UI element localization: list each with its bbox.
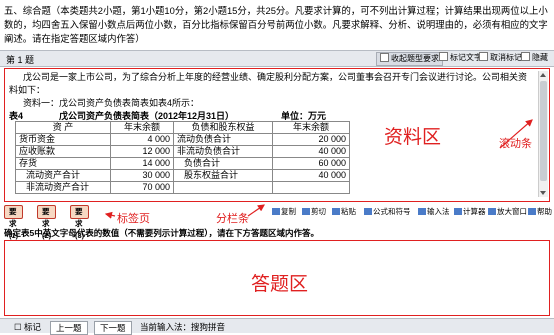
mark-checkbox-label: 标记	[23, 322, 41, 332]
formula-tool[interactable]: 公式和符号	[364, 206, 411, 217]
paste-label: 粘贴	[341, 207, 356, 216]
copy-tool[interactable]: 复制	[272, 206, 296, 217]
copy-label: 复制	[281, 207, 296, 216]
next-question-button[interactable]: 下一题	[94, 321, 132, 335]
tab-arrow	[104, 211, 116, 219]
scrollbar-arrow	[499, 119, 533, 149]
answer-area-annotation: 答题区	[251, 274, 309, 295]
help-label: 帮助	[537, 207, 552, 216]
split-bar-arrow	[247, 204, 265, 217]
paste-icon	[332, 208, 340, 215]
cut-icon	[302, 208, 310, 215]
enlarge-icon	[488, 208, 496, 215]
mark-checkbox[interactable]: ☐ 标记	[14, 321, 41, 333]
paste-tool[interactable]: 粘贴	[332, 206, 356, 217]
help-tool[interactable]: 帮助	[528, 206, 552, 217]
keyboard-icon	[418, 208, 426, 215]
bottom-bar: ☐ 标记 上一题 下一题 当前输入法：搜狗拼音	[0, 318, 554, 335]
answer-area[interactable]: 答题区	[4, 240, 550, 316]
calculator-icon	[454, 208, 462, 215]
formula-label: 公式和符号	[373, 207, 411, 216]
enlarge-tool[interactable]: 放大窗口	[488, 206, 527, 217]
calculator-tool[interactable]: 计算器	[454, 206, 486, 217]
enlarge-label: 放大窗口	[497, 207, 527, 216]
ime-tool[interactable]: 输入法	[418, 206, 450, 217]
formula-icon	[364, 208, 372, 215]
calculator-label: 计算器	[463, 207, 486, 216]
ime-status: 当前输入法：搜狗拼音	[140, 322, 226, 332]
cut-label: 剪切	[311, 207, 326, 216]
requirement-instruction: 确定表5中英文字母代表的数值（不需要列示计算过程），请在下方答题区域内作答。	[4, 228, 319, 238]
help-icon	[528, 208, 536, 215]
prev-question-button[interactable]: 上一题	[50, 321, 88, 335]
cut-tool[interactable]: 剪切	[302, 206, 326, 217]
ime-label: 输入法	[427, 207, 450, 216]
copy-icon	[272, 208, 280, 215]
